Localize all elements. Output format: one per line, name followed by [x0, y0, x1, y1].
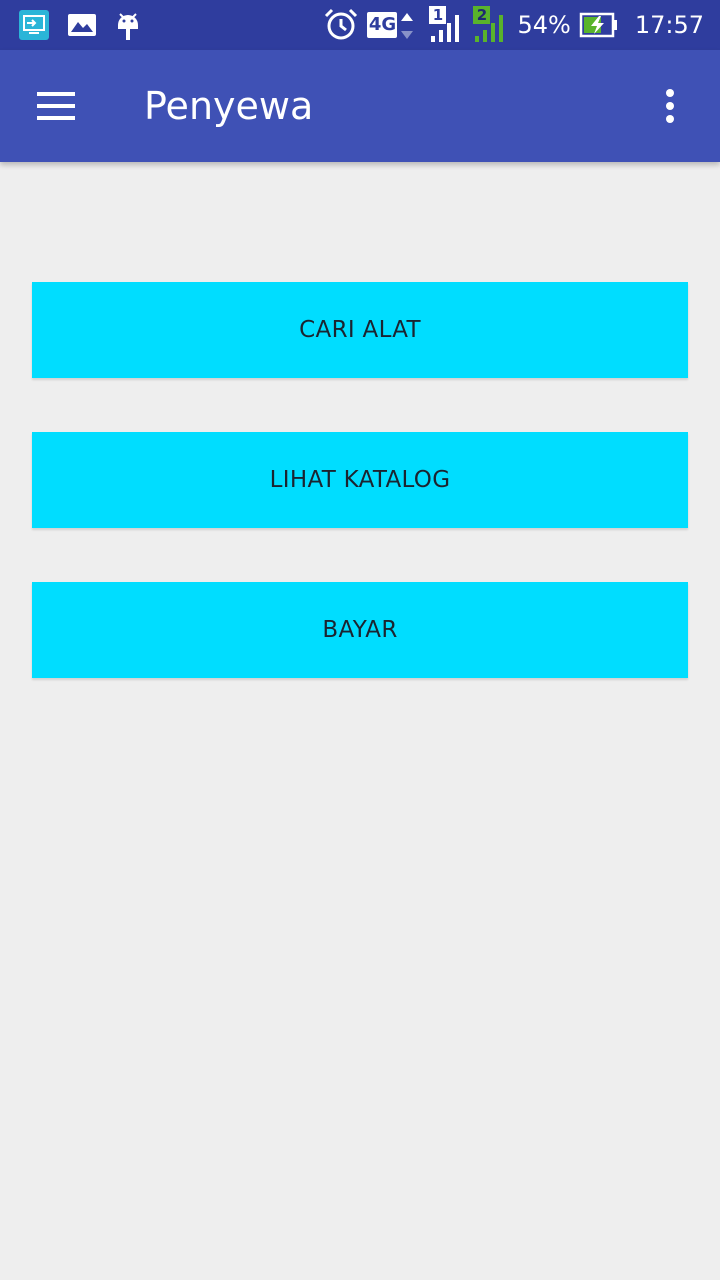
app-bar: Penyewa — [0, 50, 720, 162]
android-debug-icon — [118, 13, 138, 40]
gallery-icon — [68, 14, 96, 36]
navigation-menu-button[interactable] — [22, 74, 90, 138]
battery-charging-icon — [579, 12, 617, 38]
bayar-button[interactable]: BAYAR — [32, 582, 688, 678]
system-status-icons: 4G 1 2 54% 17:57 — [323, 6, 704, 44]
status-bar: 4G 1 2 54% 17:57 — [0, 0, 720, 50]
network-4g-icon: 4G — [367, 7, 421, 43]
data-arrows-icon — [401, 13, 414, 39]
battery-percent: 54% — [517, 11, 571, 39]
cari-alat-button[interactable]: CARI ALAT — [32, 282, 688, 378]
overflow-menu-button[interactable] — [642, 74, 698, 138]
clock: 17:57 — [634, 11, 704, 39]
lihat-katalog-button[interactable]: LIHAT KATALOG — [32, 432, 688, 528]
notification-icons — [18, 8, 142, 42]
screen-mirror-icon — [19, 10, 49, 40]
more-vert-icon — [666, 89, 674, 123]
alarm-icon — [325, 8, 358, 40]
signal-sim2-icon: 2 — [473, 6, 509, 44]
hamburger-menu-icon — [37, 92, 75, 120]
network-type-label: 4G — [367, 12, 398, 38]
signal-sim1-icon: 1 — [429, 6, 465, 44]
page-title: Penyewa — [144, 84, 314, 128]
